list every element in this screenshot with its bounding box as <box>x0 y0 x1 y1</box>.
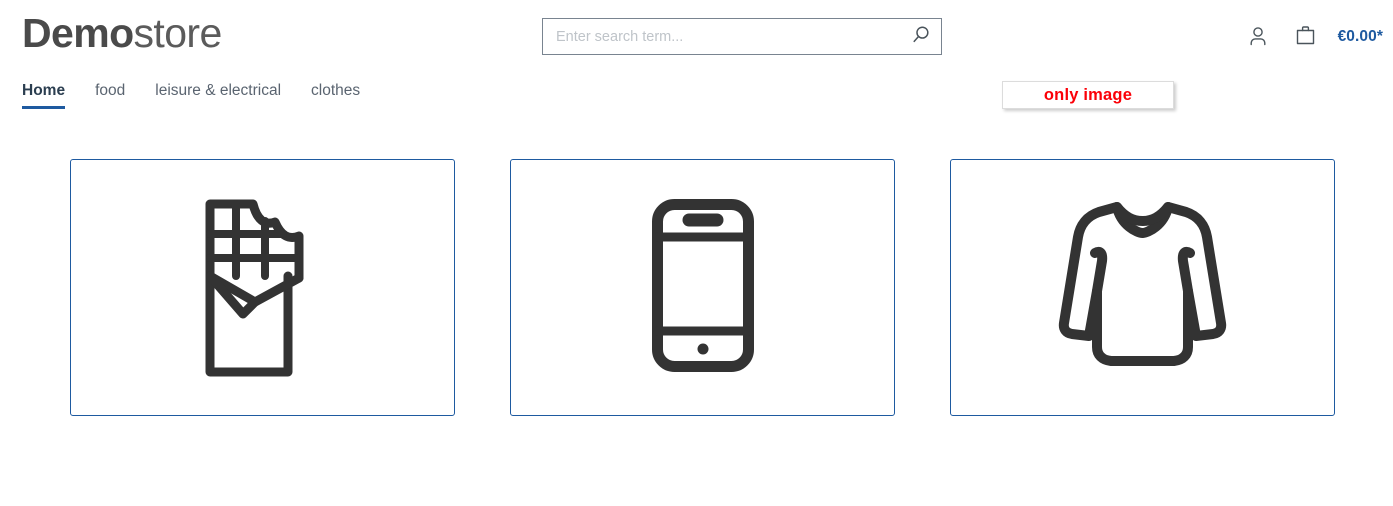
header-actions: €0.00* <box>1244 18 1383 56</box>
logo-text-light: store <box>133 10 223 56</box>
card-chocolate-media <box>71 160 454 415</box>
logo-text-bold: Demo <box>22 10 134 56</box>
search-bar[interactable] <box>542 18 942 55</box>
search-input[interactable] <box>543 19 901 54</box>
site-logo[interactable]: Demostore <box>22 8 222 58</box>
card-shirt[interactable] <box>950 159 1335 416</box>
site-header: Demostore Enter search term... €0.00* <box>0 0 1393 74</box>
cart-button[interactable] <box>1292 22 1320 52</box>
cart-total-amount[interactable]: €0.00* <box>1338 28 1383 46</box>
card-chocolate[interactable] <box>70 159 455 416</box>
only-image-badge-label: only image <box>1043 85 1133 104</box>
nav-item-food[interactable]: food <box>95 82 141 109</box>
smartphone-icon <box>651 198 755 378</box>
chocolate-bar-icon <box>203 190 323 385</box>
card-smartphone[interactable] <box>510 159 895 416</box>
search-icon <box>910 24 932 49</box>
nav-item-home[interactable]: Home <box>22 82 81 109</box>
nav-item-clothes[interactable]: clothes <box>311 82 376 109</box>
long-sleeve-shirt-icon <box>1055 195 1230 380</box>
shopping-bag-icon <box>1293 23 1318 51</box>
card-smartphone-media <box>511 160 894 415</box>
account-button[interactable] <box>1244 22 1272 52</box>
only-image-badge: only image <box>1002 81 1174 109</box>
main-navigation: Home food leisure & electrical clothes <box>22 82 390 109</box>
card-shirt-media <box>951 160 1334 415</box>
search-button[interactable] <box>901 19 941 54</box>
product-card-grid <box>70 159 1335 416</box>
person-icon <box>1246 24 1270 51</box>
nav-item-leisure-electrical[interactable]: leisure & electrical <box>155 82 297 109</box>
